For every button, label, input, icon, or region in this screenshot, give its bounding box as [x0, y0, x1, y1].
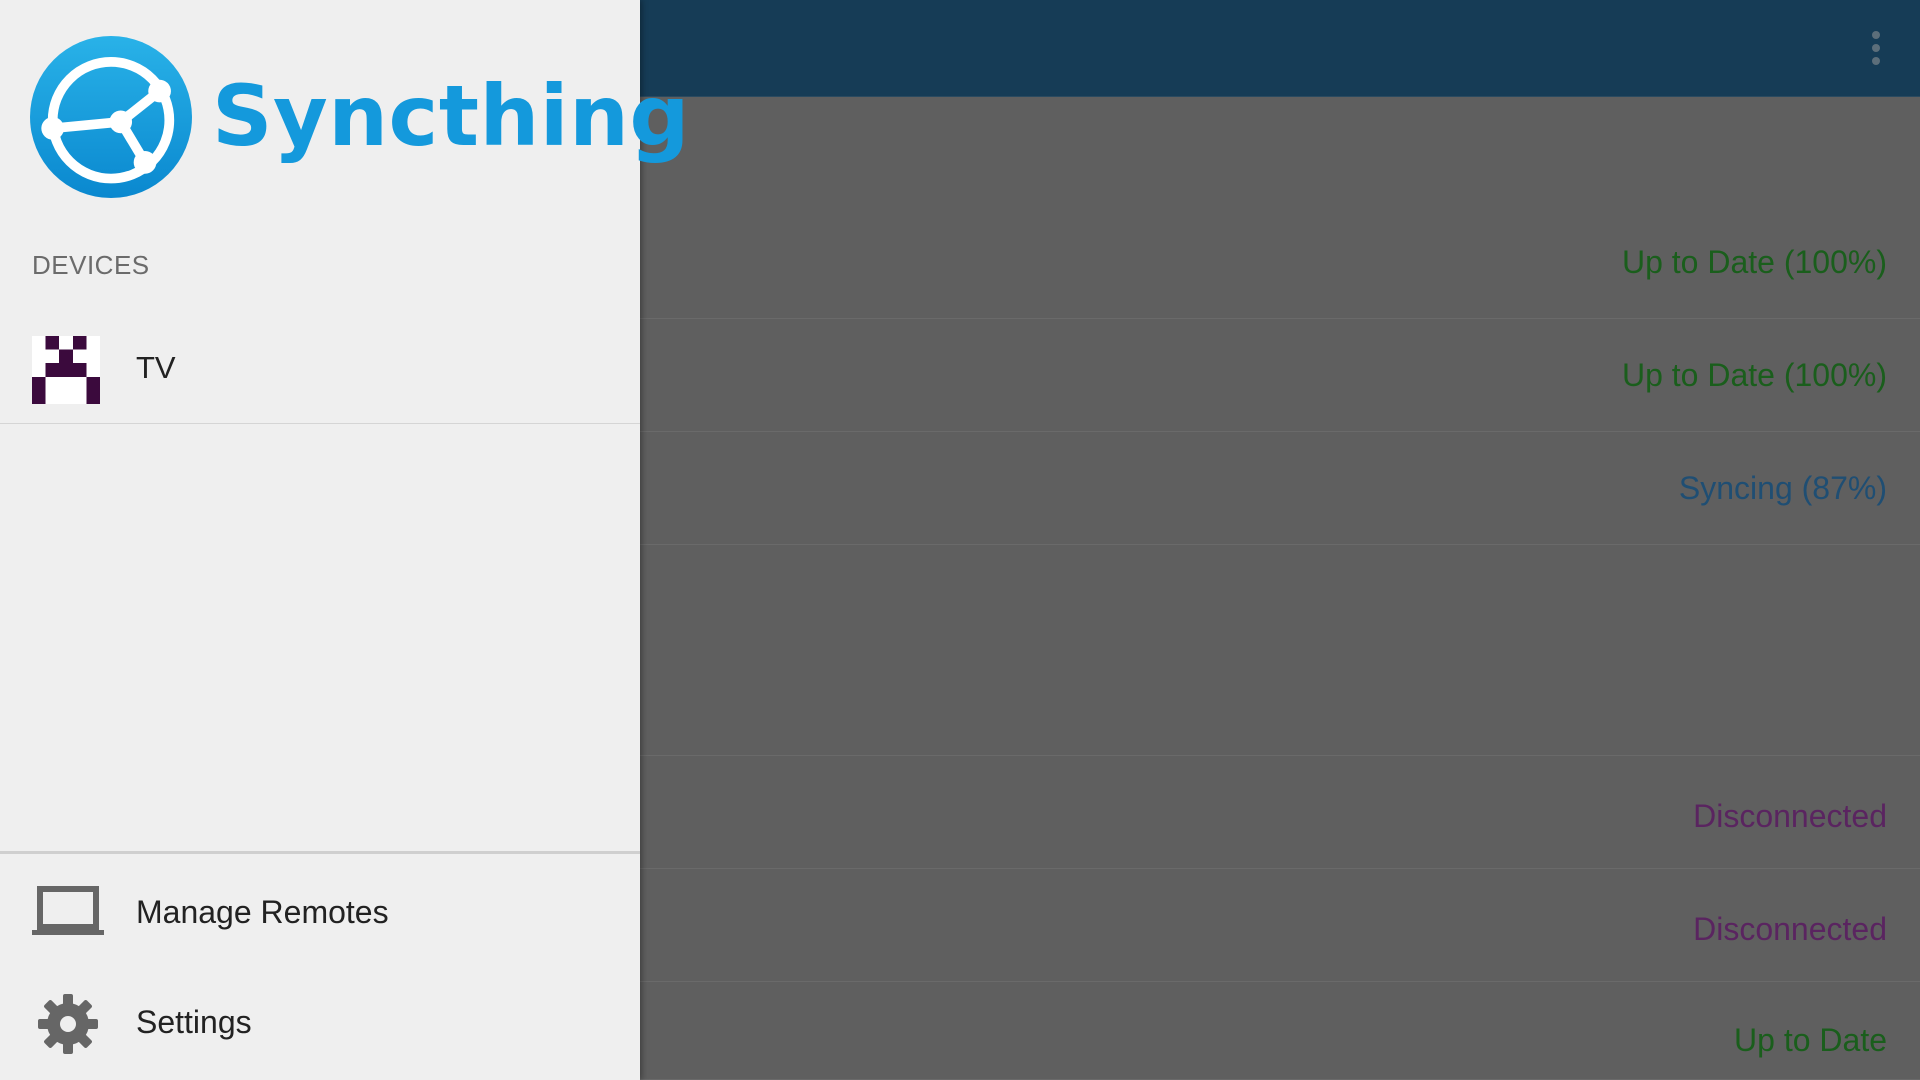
status-label: Up to Date — [1734, 1022, 1887, 1058]
laptop-icon — [32, 886, 104, 935]
device-identicon — [32, 336, 100, 404]
device-label: TV — [136, 350, 176, 385]
device-item-tv[interactable]: TV — [0, 318, 640, 424]
settings-label: Settings — [136, 1004, 252, 1040]
status-label: Disconnected — [1693, 798, 1887, 834]
settings-item[interactable]: Settings — [0, 968, 640, 1078]
status-label: Disconnected — [1693, 911, 1887, 947]
devices-section-header: DEVICES — [32, 250, 150, 280]
manage-remotes-item[interactable]: Manage Remotes — [0, 858, 640, 968]
app-brand-title: Syncthing — [212, 67, 691, 165]
more-vert-icon[interactable] — [1846, 18, 1906, 78]
status-label: Up to Date (100%) — [1621, 357, 1887, 393]
status-label: Syncing (87%) — [1678, 470, 1887, 506]
gear-icon — [38, 994, 98, 1054]
navigation-drawer: Syncthing DEVICES TV Manage Remotes Sett… — [0, 0, 690, 1080]
status-label: Up to Date (100%) — [1621, 244, 1887, 280]
drawer-divider — [0, 851, 640, 854]
syncthing-logo-icon — [30, 36, 192, 198]
manage-remotes-label: Manage Remotes — [136, 894, 389, 930]
